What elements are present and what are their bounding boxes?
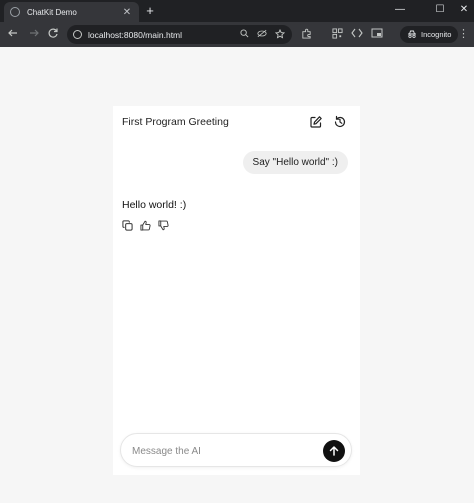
chat-title: First Program Greeting [122, 116, 229, 128]
globe-icon [10, 7, 20, 17]
more-menu-icon[interactable]: ⋮ [458, 27, 469, 41]
message-actions [122, 218, 169, 231]
qr-code-icon[interactable] [331, 28, 343, 40]
copy-icon[interactable] [122, 218, 133, 231]
extensions-icon[interactable] [300, 28, 312, 40]
arrow-right-icon [30, 29, 39, 37]
arrow-up-icon [329, 446, 339, 456]
message-composer [120, 433, 352, 467]
thumbs-up-icon[interactable] [140, 218, 151, 231]
history-icon[interactable] [333, 115, 347, 129]
new-tab-button[interactable]: + [143, 3, 157, 19]
code-icon[interactable] [351, 28, 363, 40]
tab-close-button[interactable]: ✕ [121, 7, 133, 18]
chat-panel: First Program Greeting Say "Hello world"… [113, 106, 360, 475]
incognito-label: Incognito [421, 30, 452, 39]
address-bar[interactable]: localhost:8080/main.html [67, 25, 292, 44]
eye-off-icon[interactable] [256, 29, 268, 40]
send-button[interactable] [323, 440, 345, 462]
url-text[interactable]: localhost:8080/main.html [88, 30, 232, 40]
tab-chatkit-demo[interactable]: ChatKit Demo ✕ [4, 2, 139, 22]
compose-icon[interactable] [309, 115, 323, 129]
cast-icon[interactable] [371, 28, 383, 40]
maximize-button[interactable]: ☐ [432, 3, 448, 17]
site-info-icon[interactable] [73, 30, 82, 39]
close-window-button[interactable]: ✕ [456, 3, 472, 17]
forward-button[interactable] [27, 27, 41, 41]
browser-toolbar: localhost:8080/main.html Incognito ⋮ [0, 22, 474, 47]
tab-title: ChatKit Demo [27, 7, 77, 17]
zoom-icon[interactable] [238, 29, 250, 40]
assistant-message: Hello world! :) [122, 199, 187, 211]
arrow-left-icon [8, 29, 17, 37]
user-message-bubble: Say "Hello world" :) [242, 151, 348, 174]
incognito-badge[interactable]: Incognito [400, 26, 459, 43]
minimize-button[interactable]: — [392, 3, 408, 17]
incognito-icon [407, 30, 417, 40]
tab-strip: ChatKit Demo ✕ + — ☐ ✕ [0, 0, 474, 22]
message-input[interactable] [132, 442, 312, 460]
reload-icon [48, 28, 58, 38]
back-button[interactable] [6, 27, 20, 41]
reload-button[interactable] [46, 27, 60, 41]
thumbs-down-icon[interactable] [158, 218, 169, 231]
star-icon[interactable] [274, 28, 286, 41]
